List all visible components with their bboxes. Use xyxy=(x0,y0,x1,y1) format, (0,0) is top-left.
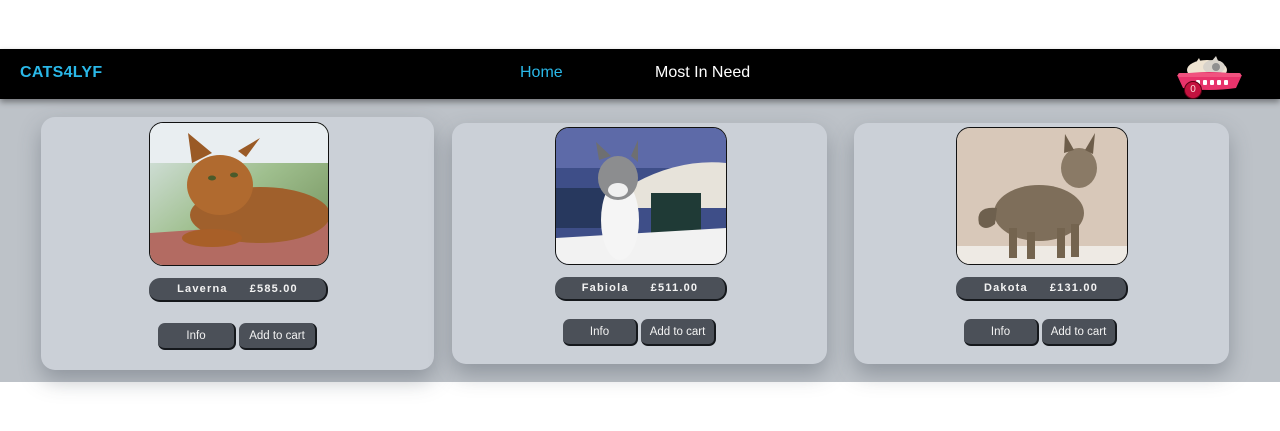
add-to-cart-button[interactable]: Add to cart xyxy=(1042,319,1117,346)
cat-price: £585.00 xyxy=(249,283,298,295)
cat-name-price: Dakota £131.00 xyxy=(956,277,1128,301)
info-button[interactable]: Info xyxy=(563,319,638,346)
cat-name-price: Fabiola £511.00 xyxy=(555,277,727,301)
nav-link-most-in-need[interactable]: Most In Need xyxy=(655,64,750,82)
cart-count-badge: 0 xyxy=(1184,81,1202,99)
cat-name: Dakota xyxy=(983,282,1028,294)
cat-card: Fabiola £511.00 Info Add to cart xyxy=(452,123,827,364)
cart-button[interactable]: 0 xyxy=(1174,55,1244,99)
cat-name: Laverna xyxy=(177,283,228,295)
nav-link-home[interactable]: Home xyxy=(520,64,563,82)
info-button[interactable]: Info xyxy=(964,319,1039,346)
cat-price: £511.00 xyxy=(650,282,699,294)
cat-card: Laverna £585.00 Info Add to cart xyxy=(41,117,434,370)
add-to-cart-button[interactable]: Add to cart xyxy=(641,319,716,346)
cat-name-price: Laverna £585.00 xyxy=(149,278,328,302)
cat-photo xyxy=(555,127,727,265)
add-to-cart-button[interactable]: Add to cart xyxy=(239,323,317,350)
cat-photo xyxy=(149,122,329,266)
cat-listing: Laverna £585.00 Info Add to cart Fabiola… xyxy=(0,99,1280,382)
cat-name: Fabiola xyxy=(581,282,629,294)
brand-logo[interactable]: CATS4LYF xyxy=(20,64,102,82)
info-button[interactable]: Info xyxy=(158,323,236,350)
navbar: CATS4LYF Home Most In Need 0 xyxy=(0,49,1280,99)
cat-price: £131.00 xyxy=(1049,282,1099,294)
cat-photo xyxy=(956,127,1128,265)
cat-card: Dakota £131.00 Info Add to cart xyxy=(854,123,1229,364)
